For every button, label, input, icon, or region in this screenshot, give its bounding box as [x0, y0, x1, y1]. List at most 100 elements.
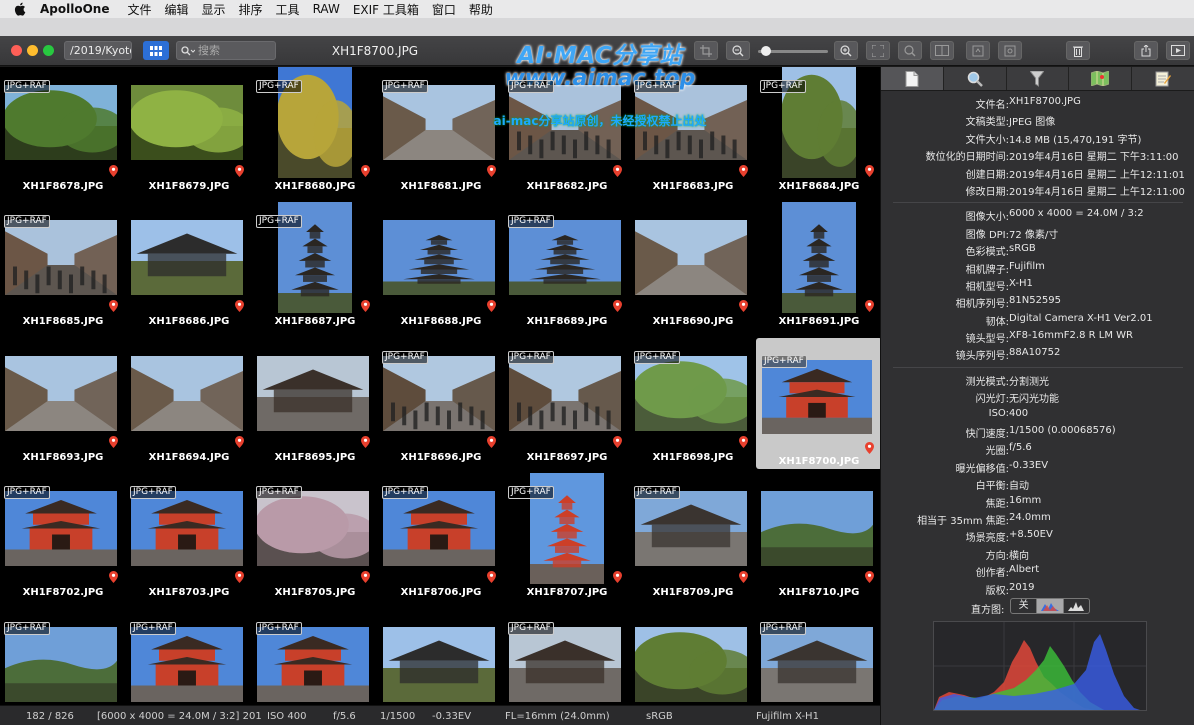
- photo-thumbnail[interactable]: [383, 627, 495, 702]
- thumbnail-cell[interactable]: JPG+RAF: [126, 609, 252, 705]
- photo-thumbnail[interactable]: [131, 85, 243, 160]
- tab-notes[interactable]: [1132, 67, 1194, 90]
- thumbnail-cell[interactable]: JPG+RAF XH1F8705.JPG: [252, 473, 378, 604]
- photo-thumbnail[interactable]: [257, 491, 369, 566]
- thumbnail-cell[interactable]: JPG+RAF XH1F8703.JPG: [126, 473, 252, 604]
- thumbnail-cell[interactable]: XH1F8694.JPG: [126, 338, 252, 469]
- tab-file-info[interactable]: [881, 67, 944, 90]
- thumbnail-cell[interactable]: JPG+RAF XH1F8682.JPG: [504, 67, 630, 198]
- thumbnail-cell[interactable]: JPG+RAF XH1F8706.JPG: [378, 473, 504, 604]
- slideshow-button[interactable]: [1166, 41, 1190, 60]
- grid-view-button[interactable]: [143, 41, 169, 60]
- menu-edit[interactable]: 编辑: [165, 1, 189, 18]
- search-input[interactable]: [198, 44, 264, 57]
- photo-thumbnail[interactable]: [509, 85, 621, 160]
- menu-exif-toolbox[interactable]: EXIF 工具箱: [353, 1, 419, 18]
- histogram-rgb-button[interactable]: [1037, 599, 1064, 613]
- thumbnail-cell[interactable]: [378, 609, 504, 705]
- thumbnail-cell[interactable]: XH1F8686.JPG: [126, 202, 252, 333]
- photo-thumbnail[interactable]: [257, 356, 369, 431]
- thumbnail-cell[interactable]: JPG+RAF XH1F8709.JPG: [630, 473, 756, 604]
- zoom-window-button[interactable]: [43, 45, 54, 56]
- menu-tools[interactable]: 工具: [276, 1, 300, 18]
- thumbnail-cell[interactable]: JPG+RAF XH1F8707.JPG: [504, 473, 630, 604]
- thumbnail-cell[interactable]: XH1F8679.JPG: [126, 67, 252, 198]
- trash-button[interactable]: [1066, 41, 1090, 60]
- photo-thumbnail[interactable]: [509, 627, 621, 702]
- tab-zoom[interactable]: [944, 67, 1007, 90]
- photo-thumbnail[interactable]: [131, 356, 243, 431]
- minimize-window-button[interactable]: [27, 45, 38, 56]
- rotate-right-button[interactable]: [998, 41, 1022, 60]
- fit-button[interactable]: [866, 41, 890, 60]
- photo-thumbnail[interactable]: [5, 85, 117, 160]
- thumbnail-cell[interactable]: JPG+RAF XH1F8698.JPG: [630, 338, 756, 469]
- photo-thumbnail[interactable]: [635, 85, 747, 160]
- thumbnail-cell[interactable]: JPG+RAF: [252, 609, 378, 705]
- photo-thumbnail[interactable]: [257, 627, 369, 702]
- thumbnail-cell[interactable]: JPG+RAF XH1F8685.JPG: [0, 202, 126, 333]
- photo-thumbnail[interactable]: [761, 491, 873, 566]
- thumbnail-cell[interactable]: JPG+RAF XH1F8684.JPG: [756, 67, 880, 198]
- photo-thumbnail[interactable]: [131, 491, 243, 566]
- zoom-out-button[interactable]: [726, 41, 750, 60]
- photo-thumbnail[interactable]: [782, 202, 856, 313]
- photo-thumbnail[interactable]: [5, 627, 117, 702]
- menu-window[interactable]: 窗口: [432, 1, 456, 18]
- actual-size-button[interactable]: [898, 41, 922, 60]
- thumbnail-cell[interactable]: JPG+RAF XH1F8678.JPG: [0, 67, 126, 198]
- menu-file[interactable]: 文件: [127, 1, 151, 18]
- histogram-luminance-button[interactable]: [1064, 599, 1089, 613]
- thumbnail-cell[interactable]: JPG+RAF XH1F8696.JPG: [378, 338, 504, 469]
- thumbnail-cell[interactable]: JPG+RAF XH1F8683.JPG: [630, 67, 756, 198]
- thumbnail-cell[interactable]: XH1F8710.JPG: [756, 473, 880, 604]
- thumbnail-size-slider[interactable]: [758, 46, 828, 56]
- crop-button[interactable]: [694, 41, 718, 60]
- photo-thumbnail[interactable]: [635, 627, 747, 702]
- photo-thumbnail[interactable]: [509, 356, 621, 431]
- photo-thumbnail[interactable]: [635, 356, 747, 431]
- photo-thumbnail[interactable]: [5, 491, 117, 566]
- photo-thumbnail[interactable]: [383, 85, 495, 160]
- photo-thumbnail[interactable]: [383, 356, 495, 431]
- search-field[interactable]: [176, 41, 276, 60]
- photo-thumbnail[interactable]: [509, 220, 621, 295]
- zoom-in-button[interactable]: [834, 41, 858, 60]
- close-window-button[interactable]: [11, 45, 22, 56]
- thumbnail-cell[interactable]: JPG+RAF XH1F8681.JPG: [378, 67, 504, 198]
- photo-thumbnail[interactable]: [762, 360, 872, 434]
- thumbnail-cell[interactable]: [630, 609, 756, 705]
- menu-help[interactable]: 帮助: [469, 1, 493, 18]
- thumbnail-cell[interactable]: JPG+RAF: [756, 609, 880, 705]
- share-button[interactable]: [1134, 41, 1158, 60]
- photo-thumbnail[interactable]: [383, 491, 495, 566]
- menu-sort[interactable]: 排序: [239, 1, 263, 18]
- thumbnail-cell[interactable]: JPG+RAF: [504, 609, 630, 705]
- rotate-left-button[interactable]: [966, 41, 990, 60]
- folder-path-button[interactable]: /2019/Kyoto: [64, 41, 132, 60]
- thumbnail-cell[interactable]: JPG+RAF XH1F8700.JPG: [756, 338, 880, 469]
- apple-icon[interactable]: [14, 2, 28, 16]
- histogram-off-button[interactable]: 关: [1011, 599, 1038, 613]
- thumbnail-cell[interactable]: XH1F8688.JPG: [378, 202, 504, 333]
- thumbnail-cell[interactable]: JPG+RAF: [0, 609, 126, 705]
- photo-thumbnail[interactable]: [383, 220, 495, 295]
- photo-thumbnail[interactable]: [635, 220, 747, 295]
- thumbnail-cell[interactable]: JPG+RAF XH1F8687.JPG: [252, 202, 378, 333]
- tab-map[interactable]: [1069, 67, 1133, 90]
- thumbnail-cell[interactable]: XH1F8690.JPG: [630, 202, 756, 333]
- thumbnail-browser[interactable]: JPG+RAF XH1F8678.JPG XH1F8679.JPG JPG+RAF XH…: [0, 67, 880, 705]
- photo-thumbnail[interactable]: [761, 627, 873, 702]
- thumbnail-cell[interactable]: JPG+RAF XH1F8680.JPG: [252, 67, 378, 198]
- photo-thumbnail[interactable]: [131, 627, 243, 702]
- thumbnail-cell[interactable]: XH1F8691.JPG: [756, 202, 880, 333]
- slider-knob[interactable]: [761, 46, 771, 56]
- photo-thumbnail[interactable]: [131, 220, 243, 295]
- menu-app-name[interactable]: ApolloOne: [40, 2, 109, 16]
- photo-thumbnail[interactable]: [635, 491, 747, 566]
- thumbnail-cell[interactable]: JPG+RAF XH1F8702.JPG: [0, 473, 126, 604]
- tab-filter[interactable]: [1007, 67, 1070, 90]
- menu-view[interactable]: 显示: [202, 1, 226, 18]
- photo-thumbnail[interactable]: [5, 220, 117, 295]
- thumbnail-cell[interactable]: XH1F8693.JPG: [0, 338, 126, 469]
